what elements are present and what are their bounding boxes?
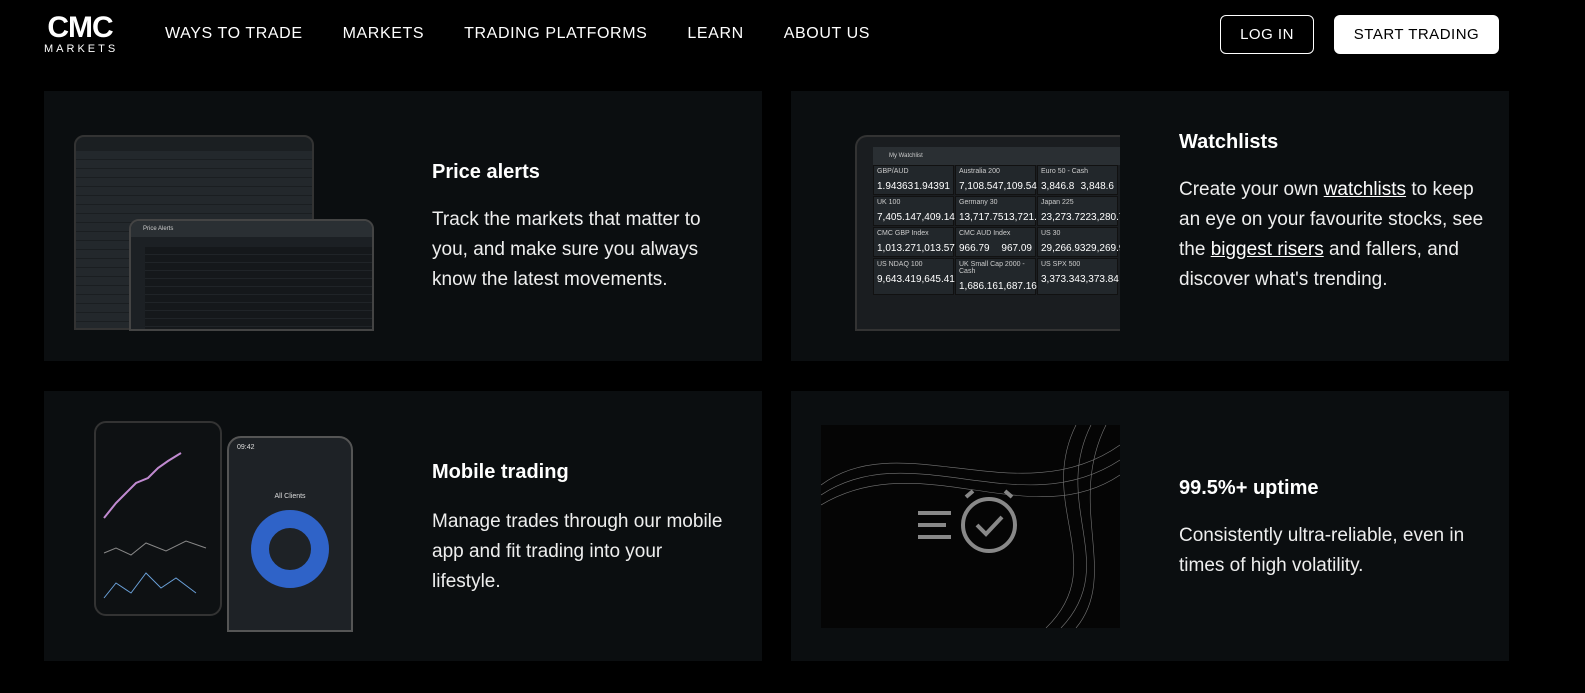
- tile-name: US NDAQ 100: [877, 261, 923, 268]
- watchlist-tile: Euro 50 - Cash 3,846.8 3,848.6: [1037, 165, 1118, 195]
- buy-price: 7,109.54: [997, 181, 1037, 192]
- watchlist-tile: UK 100 7,405.14 7,409.14: [873, 196, 955, 226]
- price-alerts-panel-image: Price Alerts: [129, 219, 374, 331]
- sell-price: 1,013.27: [877, 243, 916, 254]
- tile-name: US 30: [1041, 230, 1061, 237]
- watchlist-tile: GBP/AUD 1.94363 1.94391: [873, 165, 954, 195]
- sell-price: 13,717.75: [959, 212, 1004, 223]
- start-trading-button[interactable]: START TRADING: [1334, 15, 1499, 54]
- cmc-logo[interactable]: CMC MARKETS: [44, 11, 119, 56]
- tile-name: CMC GBP Index: [877, 230, 929, 237]
- buy-price: 3,373.84: [1079, 274, 1119, 285]
- nav-ways-to-trade[interactable]: WAYS TO TRADE: [165, 25, 303, 43]
- watchlist-grid: GBP/AUD 1.94363 1.94391 Australia 200 7,108.…: [873, 165, 1120, 295]
- card-title: 99.5%+ uptime: [1179, 477, 1319, 499]
- watchlist-tile: Japan 225 23,273.7223,280.72: [1037, 196, 1121, 226]
- top-nav: CMC MARKETS WAYS TO TRADE MARKETS TRADIN…: [0, 0, 1585, 70]
- watchlist-tile: Australia 200 7,108.54 7,109.54: [955, 165, 1037, 195]
- login-button[interactable]: LOG IN: [1220, 15, 1314, 54]
- nav-markets[interactable]: MARKETS: [343, 25, 425, 43]
- uptime-card: 99.5%+ uptime Consistently ultra-reliabl…: [791, 391, 1509, 661]
- phone-time: 09:42: [237, 444, 255, 451]
- buy-price: 23,280.72: [1085, 212, 1121, 223]
- price-alerts-card: Price Alerts Price alerts Track the mark…: [44, 91, 762, 361]
- sell-price: 3,846.8: [1041, 181, 1075, 192]
- watchlist-tile: CMC AUD Index 966.79 967.09: [955, 227, 1036, 257]
- watchlists-card: My Watchlist GBP/AUD 1.94363 1.94391 Austra…: [791, 91, 1509, 361]
- buy-price: 1,013.57: [915, 243, 955, 254]
- card-title: Watchlists: [1179, 131, 1279, 153]
- mobile-trading-card: 09:42 All Clients Mobile trading Manage …: [44, 391, 762, 661]
- sell-price: 7,405.14: [877, 212, 916, 223]
- watchlist-tile: US SPX 500 3,373.34 3,373.84: [1037, 258, 1119, 295]
- card-title: Price alerts: [432, 161, 540, 183]
- nav-trading-platforms[interactable]: TRADING PLATFORMS: [464, 25, 647, 43]
- uptime-image: [821, 425, 1120, 628]
- sell-price: 23,273.72: [1041, 212, 1086, 223]
- buy-price: 967.09: [1001, 243, 1032, 254]
- buy-price: 1.94391: [913, 181, 950, 192]
- card-body: Manage trades through our mobile app and…: [432, 511, 723, 592]
- body-text: Create your own: [1179, 179, 1324, 200]
- card-body: Consistently ultra-reliable, even in tim…: [1179, 525, 1465, 576]
- sell-price: 29,266.93: [1041, 243, 1086, 254]
- tile-name: Germany 30: [959, 199, 998, 206]
- watchlist-tile: US 30 29,266.9329,269.93: [1037, 227, 1121, 257]
- tile-name: CMC AUD Index: [959, 230, 1011, 237]
- watchlist-tile: Germany 30 13,717.75 13,721.75: [955, 196, 1048, 226]
- tile-name: UK 100: [877, 199, 901, 206]
- watchlist-tab: My Watchlist: [873, 147, 1120, 165]
- logo-subtext: MARKETS: [44, 43, 119, 55]
- card-title: Mobile trading: [432, 461, 569, 483]
- sell-price: 966.79: [959, 243, 990, 254]
- watchlist-tile: CMC GBP Index 1,013.27 1,013.57: [873, 227, 955, 257]
- buy-price: 7,409.14: [915, 212, 955, 223]
- nav-learn[interactable]: LEARN: [687, 25, 743, 43]
- uptime-graphic: [821, 425, 1120, 628]
- panel-tab: Price Alerts: [131, 221, 372, 237]
- phone-app-image: 09:42 All Clients: [227, 436, 353, 632]
- sell-price: 1.94363: [877, 181, 914, 192]
- sell-price: 7,108.54: [959, 181, 998, 192]
- card-body: Create your own watchlists to keep an ey…: [1179, 175, 1489, 295]
- card-body: Track the markets that matter to you, an…: [432, 209, 701, 290]
- sell-price: 1,686.16: [959, 281, 998, 292]
- chart-graphic: [103, 452, 207, 599]
- logo-text: CMC: [47, 11, 113, 44]
- tile-name: Australia 200: [959, 168, 1000, 175]
- buy-price: 29,269.93: [1085, 243, 1121, 254]
- biggest-risers-link[interactable]: biggest risers: [1211, 239, 1324, 260]
- main-menu: WAYS TO TRADE MARKETS TRADING PLATFORMS …: [165, 25, 870, 43]
- buy-price: 3,848.6: [1080, 181, 1114, 192]
- tile-name: Japan 225: [1041, 199, 1074, 206]
- sell-price: 9,643.41: [877, 274, 916, 285]
- buy-price: 1,687.16: [997, 281, 1037, 292]
- stopwatch-check-icon: [918, 489, 1017, 553]
- phone-tab: All Clients: [274, 493, 306, 500]
- sell-price: 3,373.34: [1041, 274, 1080, 285]
- watchlist-tile: UK Small Cap 2000 - Cash 1,686.16 1,687.16: [955, 258, 1037, 295]
- donut-chart: [251, 510, 329, 588]
- tile-name: GBP/AUD: [877, 168, 909, 175]
- watchlist-platform-image: My Watchlist GBP/AUD 1.94363 1.94391 Austra…: [855, 135, 1120, 331]
- nav-about-us[interactable]: ABOUT US: [784, 25, 870, 43]
- tile-name: Euro 50 - Cash: [1041, 168, 1089, 175]
- watchlist-tile: US NDAQ 100 9,643.41 9,645.41: [873, 258, 955, 295]
- tablet-chart-image: [94, 421, 222, 616]
- buy-price: 9,645.41: [915, 274, 955, 285]
- tile-name: UK Small Cap 2000 - Cash: [959, 261, 1025, 275]
- tile-name: US SPX 500: [1041, 261, 1081, 268]
- watchlists-link[interactable]: watchlists: [1324, 179, 1406, 200]
